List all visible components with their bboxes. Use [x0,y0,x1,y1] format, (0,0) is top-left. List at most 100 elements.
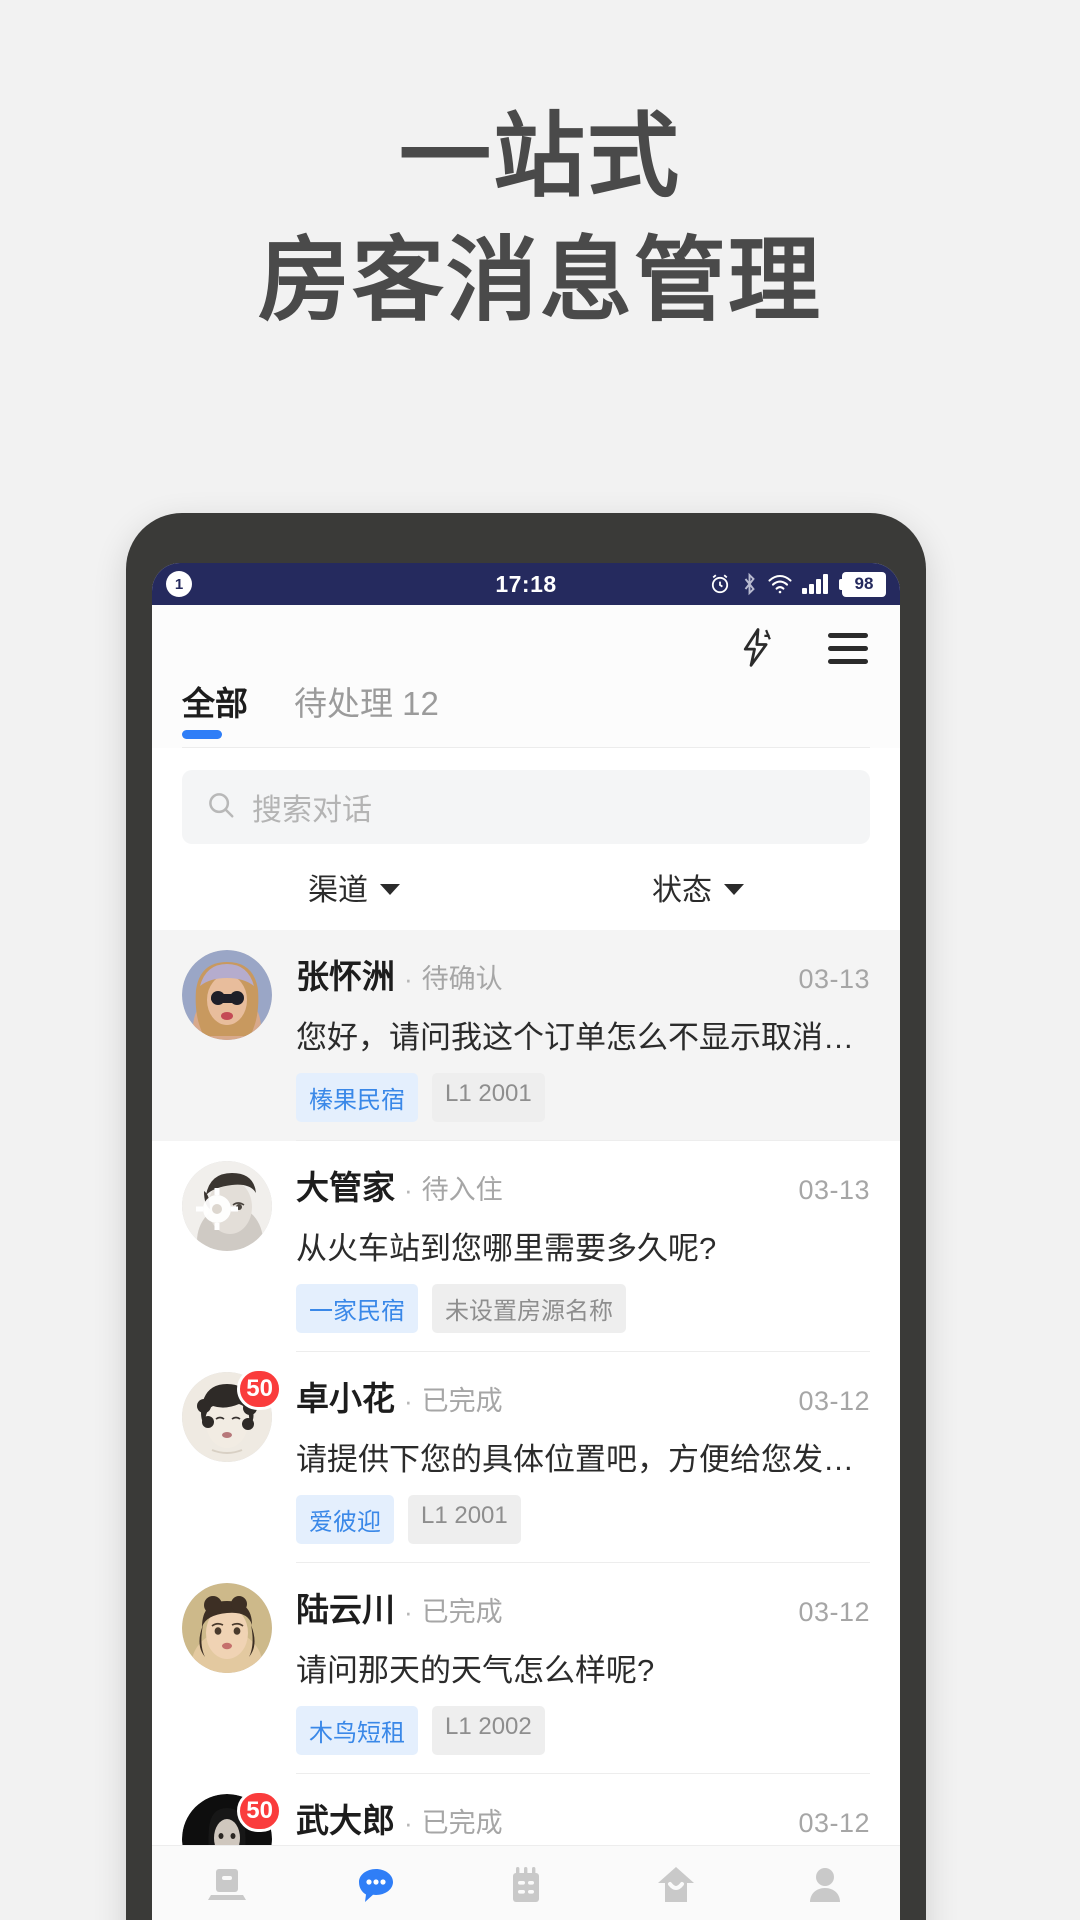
separator-dot: · [404,1597,413,1627]
filter-status[interactable]: 状态 [526,865,870,909]
avatar [182,950,272,1040]
status-bar-left: 1 [166,571,366,597]
nav-item-rooms[interactable]: 房间 [601,1860,751,1920]
tag-group: 爱彼迎 L1 2001 [296,1495,870,1544]
timestamp: 03-12 [798,1808,870,1838]
status-badge: 已完成 [421,1386,503,1416]
hero-heading: 一站式 房客消息管理 [0,95,1080,343]
contact-name: 大管家 [296,1169,395,1206]
search-zone: 搜索对话 渠道 状态 [152,748,900,930]
tag-group: 榛果民宿 L1 2001 [296,1073,870,1122]
header-actions [182,605,870,677]
nav-label: 工作台 [191,1915,263,1920]
timestamp: 03-13 [798,964,870,994]
timestamp: 03-13 [798,1175,870,1205]
conversation-header: 大管家 · 待入住 03-13 [296,1161,870,1209]
phone-frame: 1 17:18 98 全部 待处理 12 搜索对话 渠道 状态 张怀洲 · 待确… [126,513,926,1920]
search-icon [206,790,236,825]
search-placeholder: 搜索对话 [252,794,372,827]
status-badge: 已完成 [421,1808,503,1838]
bluetooth-icon [741,572,758,596]
filter-channel[interactable]: 渠道 [182,865,526,909]
app-header: 全部 待处理 12 [152,605,900,748]
channel-tag: 爱彼迎 [296,1495,394,1544]
conversation-body: 卓小花 · 已完成 03-12 请提供下您的具体位置吧，方便给您发详细... 爱… [296,1372,870,1563]
conversation-body: 武大郎 · 已完成 03-12 我们怎么去租用骑车工具呢? [296,1794,870,1845]
message-preview: 请问那天的天气怎么样呢? [296,1653,655,1688]
lightning-auto-icon[interactable] [736,626,780,670]
nav-item-messages[interactable]: 消息 [302,1860,452,1920]
contact-name: 卓小花 [296,1380,395,1417]
table-row[interactable]: 陆云川 · 已完成 03-12 请问那天的天气怎么样呢? 木鸟短租 L1 200… [152,1563,900,1774]
phone-screen: 1 17:18 98 全部 待处理 12 搜索对话 渠道 状态 张怀洲 · 待确… [152,563,900,1920]
tab-all[interactable]: 全部 [182,677,248,743]
table-row[interactable]: 张怀洲 · 待确认 03-13 您好，请问我这个订单怎么不显示取消？到... 榛… [152,930,900,1141]
separator-dot: · [404,964,413,994]
timestamp: 03-12 [798,1597,870,1627]
nav-item-profile[interactable]: 我的 [750,1860,900,1920]
table-row[interactable]: 50 卓小花 · 已完成 03-12 请提供下您的具体位置吧，方便给您发详细..… [152,1352,900,1563]
tag-group: 一家民宿 未设置房源名称 [296,1284,870,1333]
avatar-wrapper [182,950,272,1141]
filter-channel-label: 渠道 [308,874,368,907]
contact-name: 张怀洲 [296,958,395,995]
avatar-wrapper [182,1161,272,1352]
tab-pending[interactable]: 待处理 12 [294,677,439,743]
unread-count-badge: 50 [237,1790,282,1832]
conversation-body: 大管家 · 待入住 03-13 从火车站到您哪里需要多久呢? 一家民宿 未设置房… [296,1161,870,1352]
search-input[interactable]: 搜索对话 [182,770,870,844]
battery-icon: 98 [839,571,886,597]
tab-pending-label: 待处理 12 [294,685,439,722]
house-icon [655,1860,697,1906]
contact-name: 武大郎 [296,1802,395,1839]
notification-count-badge: 1 [166,571,192,597]
avatar-wrapper [182,1583,272,1774]
message-preview: 从火车站到您哪里需要多久呢? [296,1231,717,1266]
nav-label: 我的 [801,1915,849,1920]
contact-name: 陆云川 [296,1591,395,1628]
conversation-header: 卓小花 · 已完成 03-12 [296,1372,870,1420]
person-icon [804,1860,846,1906]
status-badge: 待入住 [421,1175,503,1205]
avatar [182,1583,272,1673]
channel-tag: 一家民宿 [296,1284,418,1333]
tab-all-label: 全部 [182,685,248,722]
nav-item-workbench[interactable]: 工作台 [152,1860,302,1920]
chevron-down-icon [724,884,744,895]
alarm-clock-icon [708,572,732,596]
conversation-tabs: 全部 待处理 12 [182,677,870,747]
status-bar-clock: 17:18 [495,570,557,597]
conversation-header: 张怀洲 · 待确认 03-13 [296,950,870,998]
tag-group: 木鸟短租 L1 2002 [296,1706,870,1755]
hamburger-lines [828,632,868,664]
status-badge: 待确认 [421,964,503,994]
separator-dot: · [404,1386,413,1416]
nav-label: 房态 [502,1915,550,1920]
avatar-wrapper: 50 [182,1368,282,1563]
message-preview: 请提供下您的具体位置吧，方便给您发详细... [296,1442,870,1477]
room-tag: L1 2001 [432,1073,545,1122]
hero-line-1: 一站式 [398,106,681,208]
status-badge: 已完成 [421,1597,503,1627]
bottom-navigation: 工作台 消息 [152,1845,900,1920]
chevron-down-icon [380,884,400,895]
separator-dot: · [404,1808,413,1838]
status-bar: 1 17:18 98 [152,563,900,605]
room-tag: L1 2001 [408,1495,521,1544]
calendar-icon [505,1860,547,1906]
table-row[interactable]: 大管家 · 待入住 03-13 从火车站到您哪里需要多久呢? 一家民宿 未设置房… [152,1141,900,1352]
nav-label: 房间 [652,1915,700,1920]
table-row[interactable]: 50 武大郎 · 已完成 03-12 我们怎么去租用骑车工具呢? [152,1774,900,1845]
conversation-header: 武大郎 · 已完成 03-12 [296,1794,870,1842]
filter-bar: 渠道 状态 [182,844,870,930]
workbench-icon [206,1860,248,1906]
signal-bars-icon [802,573,830,595]
hamburger-menu-icon[interactable] [826,626,870,670]
room-tag: 未设置房源名称 [432,1284,626,1333]
nav-item-room-status[interactable]: 房态 [451,1860,601,1920]
unread-count-badge: 50 [237,1368,282,1410]
conversation-list[interactable]: 张怀洲 · 待确认 03-13 您好，请问我这个订单怎么不显示取消？到... 榛… [152,930,900,1845]
channel-tag: 木鸟短租 [296,1706,418,1755]
battery-percent: 98 [842,571,886,597]
message-preview: 您好，请问我这个订单怎么不显示取消？到... [296,1020,870,1055]
